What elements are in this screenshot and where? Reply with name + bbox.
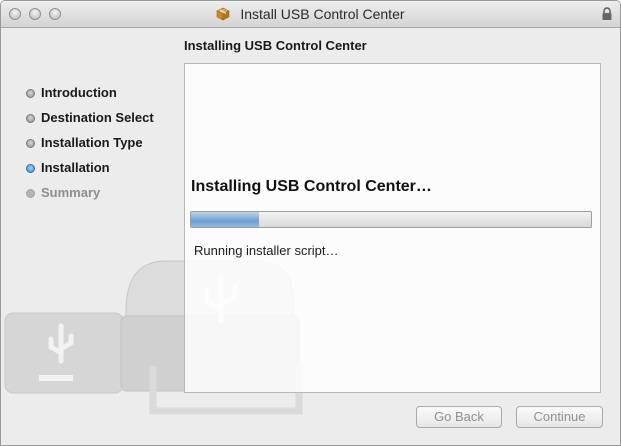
- step-bullet-icon: [26, 89, 35, 98]
- continue-button[interactable]: Continue: [516, 406, 603, 428]
- window-title-group: Install USB Control Center: [1, 6, 620, 22]
- installer-window: Install USB Control Center Installing US…: [0, 0, 621, 446]
- step-label: Destination Select: [41, 110, 154, 125]
- step-label: Installation: [41, 160, 110, 175]
- install-status-message: Running installer script…: [194, 243, 339, 258]
- install-progress-bar: [190, 211, 592, 228]
- step-label: Introduction: [41, 85, 117, 100]
- step-label: Installation Type: [41, 135, 143, 150]
- lock-icon[interactable]: [601, 7, 613, 21]
- window-title: Install USB Control Center: [240, 6, 405, 22]
- step-bullet-icon: [26, 189, 35, 198]
- install-progress-fill: [191, 212, 259, 227]
- title-bar: Install USB Control Center: [1, 1, 620, 28]
- step-current-bullet-icon: [26, 164, 35, 173]
- content-panel: [184, 63, 601, 393]
- page-subtitle: Installing USB Control Center: [184, 38, 367, 53]
- package-icon: [216, 7, 231, 21]
- go-back-button[interactable]: Go Back: [416, 406, 502, 428]
- step-bullet-icon: [26, 114, 35, 123]
- step-label: Summary: [41, 185, 101, 200]
- install-status-title: Installing USB Control Center…: [191, 178, 432, 195]
- step-bullet-icon: [26, 139, 35, 148]
